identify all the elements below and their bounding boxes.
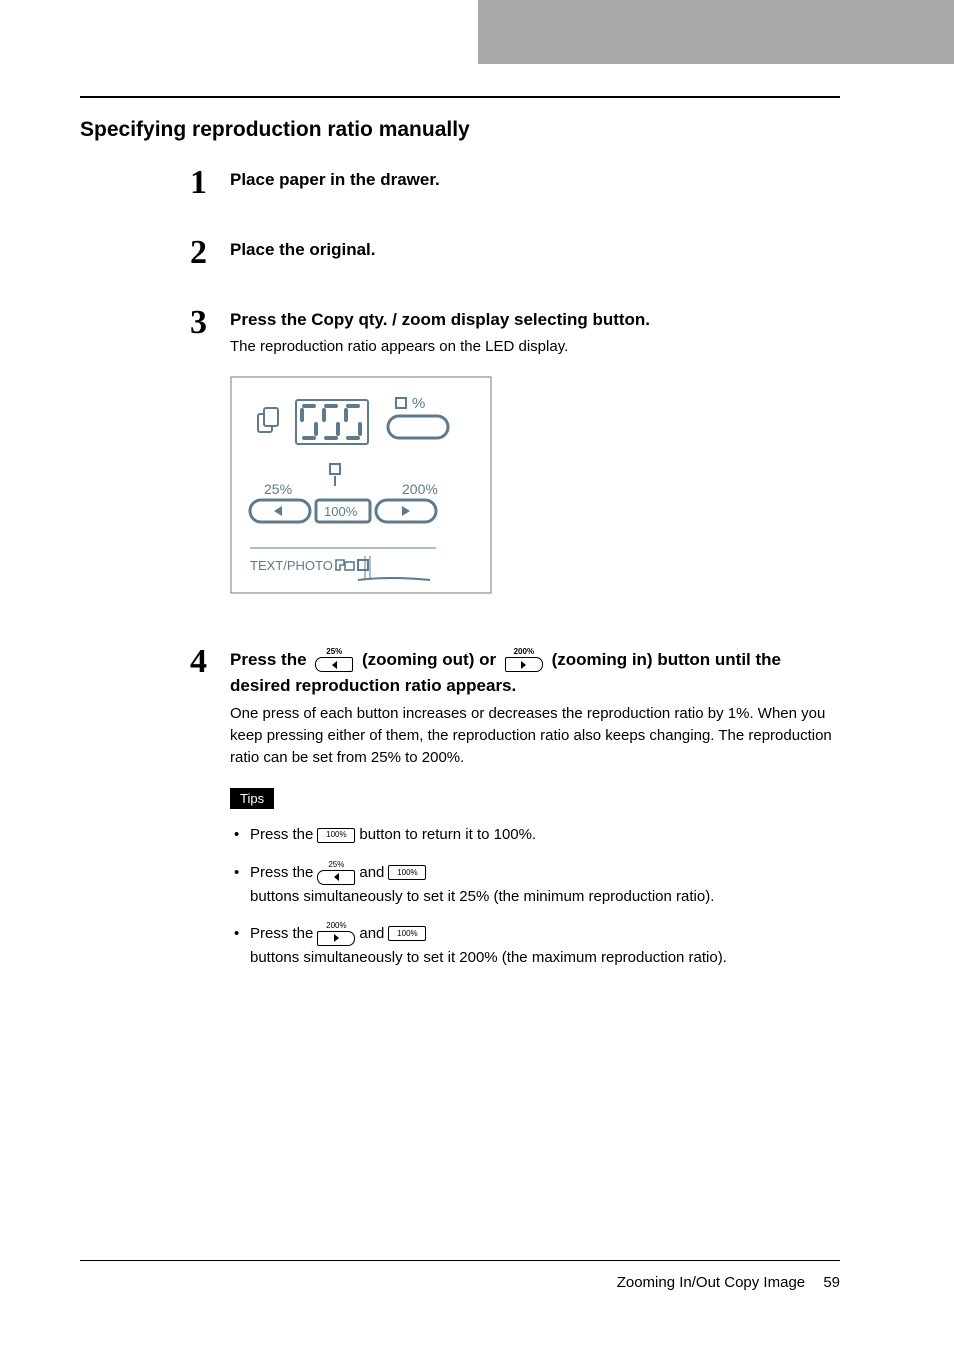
zoom-in-button-icon: 200% xyxy=(317,922,355,946)
section-title: Specifying reproduction ratio manually xyxy=(80,118,840,142)
step-1: 1 Place paper in the drawer. xyxy=(190,166,840,200)
header-gray-block xyxy=(478,0,954,64)
tips-label: Tips xyxy=(230,788,274,809)
footer-divider xyxy=(80,1260,840,1261)
reset-100-button-icon: 100% xyxy=(388,926,426,941)
step-number: 2 xyxy=(190,236,230,270)
footer-text: Zooming In/Out Copy Image xyxy=(617,1274,805,1291)
svg-text:100%: 100% xyxy=(324,504,358,519)
footer: Zooming In/Out Copy Image 59 xyxy=(617,1274,840,1291)
step-2-title: Place the original. xyxy=(230,238,840,262)
step-3-desc: The reproduction ratio appears on the LE… xyxy=(230,336,840,358)
step-4: 4 Press the 25% (zooming out) or 200% (z… xyxy=(190,645,840,984)
reset-100-button-icon: 100% xyxy=(317,828,355,843)
step-1-title: Place paper in the drawer. xyxy=(230,168,840,192)
control-panel-illustration: % 25% 200% 100% xyxy=(230,376,840,599)
step-3-title: Press the Copy qty. / zoom display selec… xyxy=(230,308,840,332)
reset-100-button-icon: 100% xyxy=(388,865,426,880)
step-number: 4 xyxy=(190,645,230,679)
step4-text-b: (zooming out) or xyxy=(362,650,496,669)
tip3-a: Press the xyxy=(250,922,313,945)
tips-list: Press the 100% button to return it to 10… xyxy=(230,823,840,969)
tip3-b: and xyxy=(359,922,384,945)
step-3: 3 Press the Copy qty. / zoom display sel… xyxy=(190,306,840,609)
main-content: Specifying reproduction ratio manually 1… xyxy=(80,118,840,999)
svg-text:%: % xyxy=(412,395,425,412)
step-4-desc: One press of each button increases or de… xyxy=(230,703,840,768)
tip1-a: Press the xyxy=(250,823,313,846)
step4-text-a: Press the xyxy=(230,650,307,669)
tip-3: Press the 200% and 100% buttons simultan… xyxy=(230,922,840,969)
svg-text:200%: 200% xyxy=(402,481,438,497)
tip-1: Press the 100% button to return it to 10… xyxy=(230,823,840,846)
tip2-b: and xyxy=(359,861,384,884)
svg-text:25%: 25% xyxy=(264,481,292,497)
svg-text:TEXT/PHOTO: TEXT/PHOTO xyxy=(250,558,333,573)
top-divider xyxy=(80,96,840,98)
tip-2: Press the 25% and 100% buttons simultane… xyxy=(230,861,840,908)
step-4-title: Press the 25% (zooming out) or 200% (zoo… xyxy=(230,647,840,700)
step-number: 1 xyxy=(190,166,230,200)
step-number: 3 xyxy=(190,306,230,340)
zoom-out-button-icon: 25% xyxy=(315,648,353,672)
step-2: 2 Place the original. xyxy=(190,236,840,270)
tip2-c: buttons simultaneously to set it 25% (th… xyxy=(250,885,714,908)
tip3-c: buttons simultaneously to set it 200% (t… xyxy=(250,946,727,969)
zoom-out-button-icon: 25% xyxy=(317,861,355,885)
zoom-in-button-icon: 200% xyxy=(505,648,543,672)
tip1-b: button to return it to 100%. xyxy=(359,823,536,846)
tip2-a: Press the xyxy=(250,861,313,884)
page-number: 59 xyxy=(823,1274,840,1291)
